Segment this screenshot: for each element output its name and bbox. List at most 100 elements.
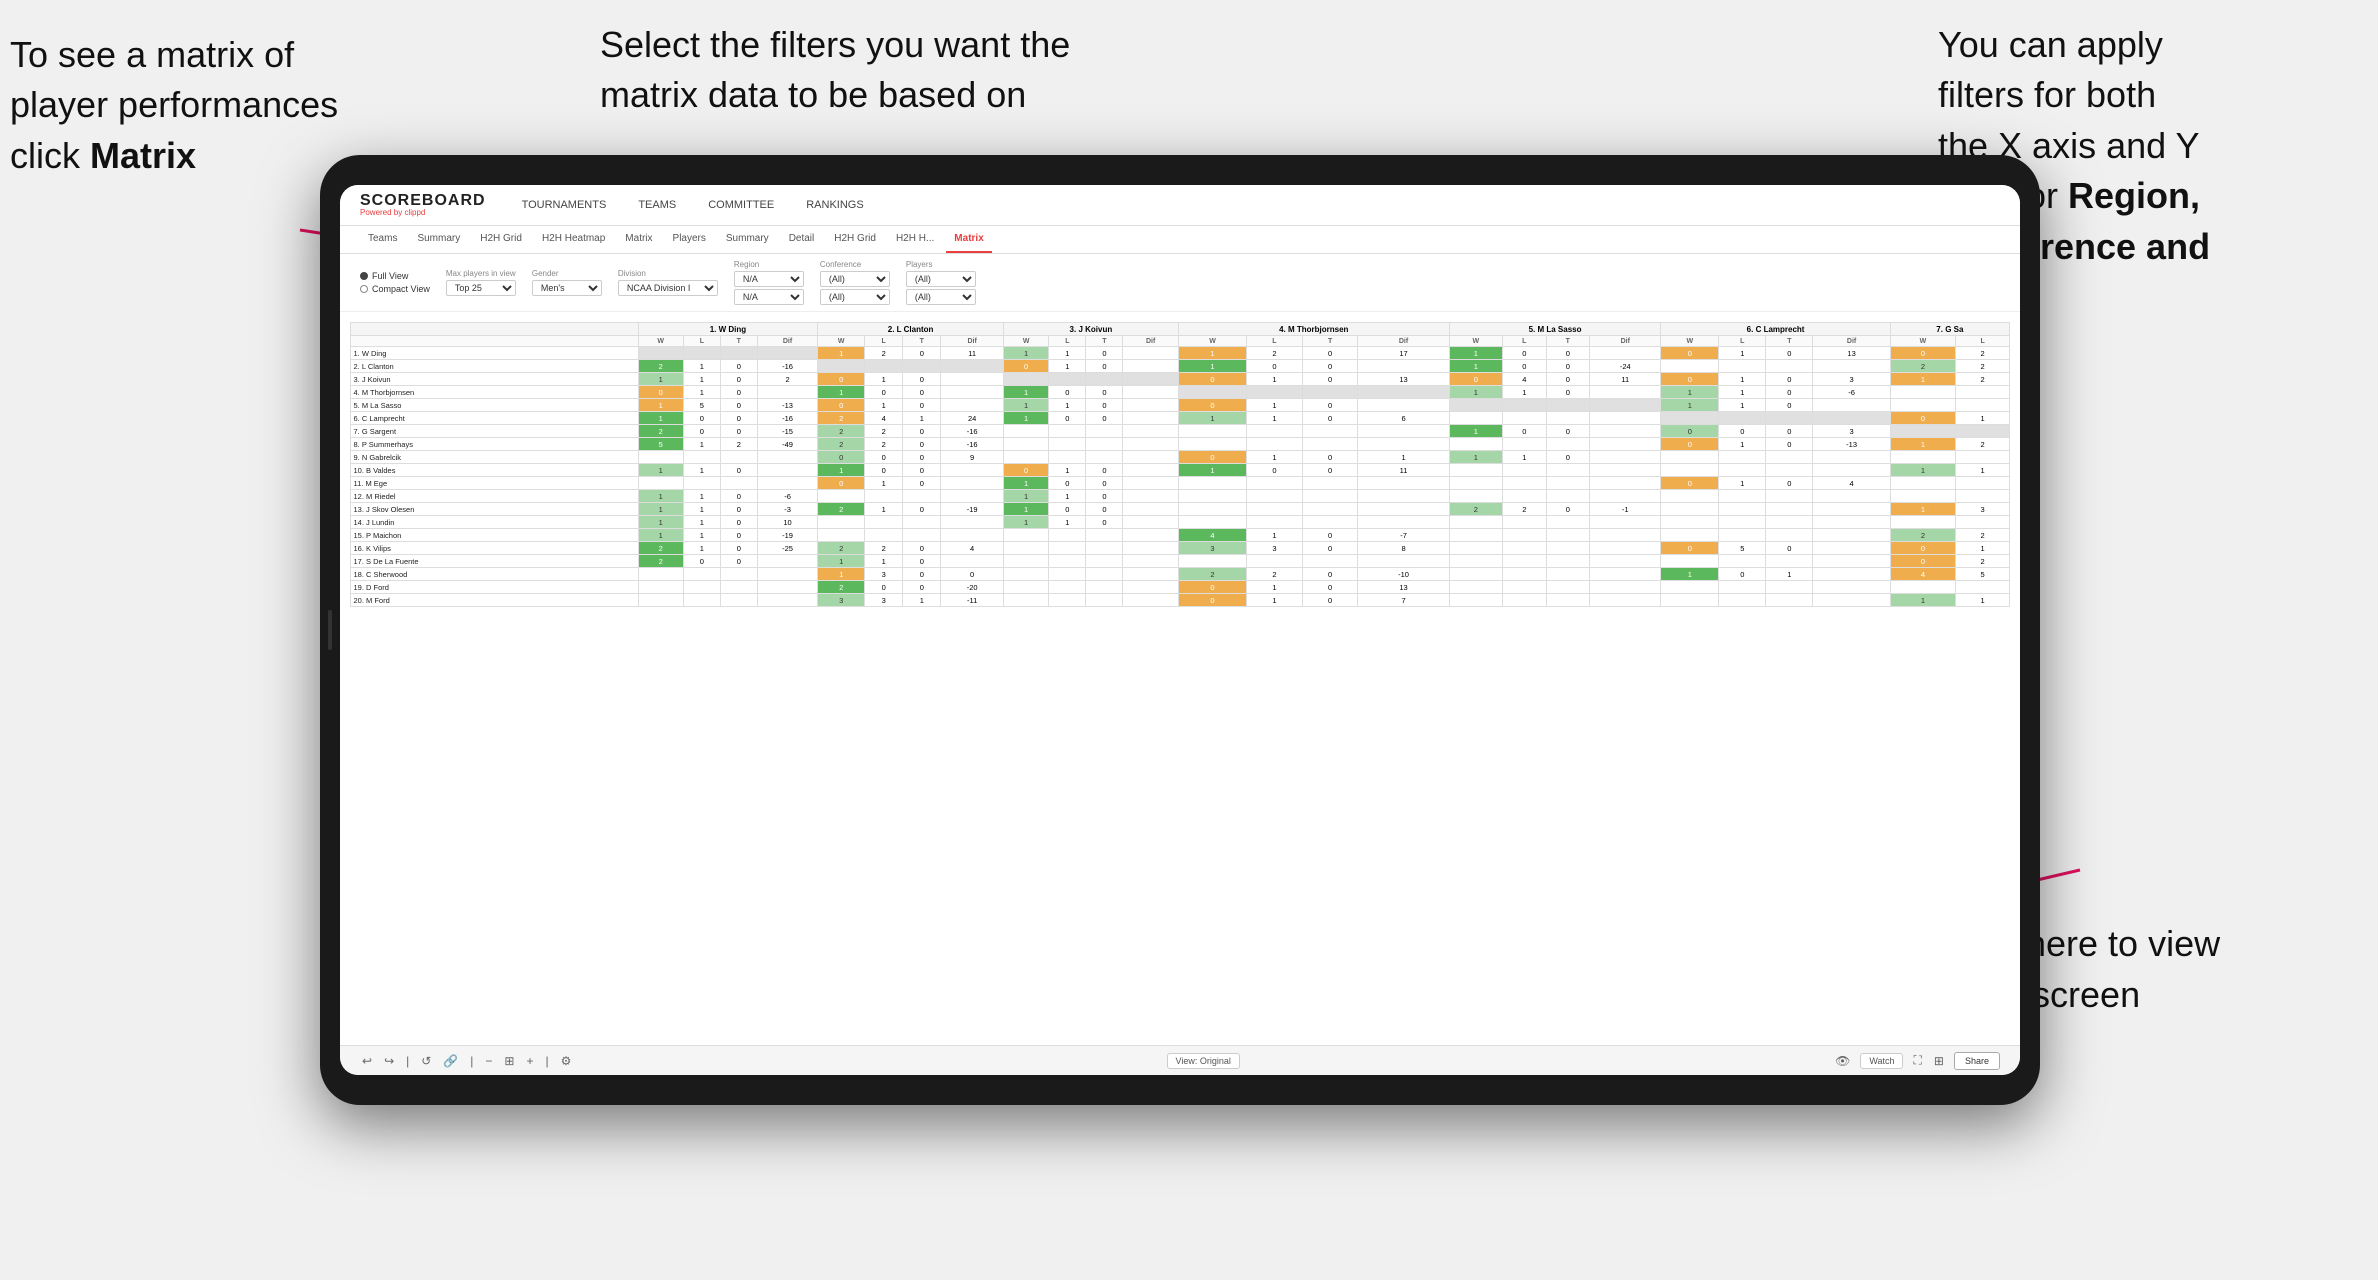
gender-select[interactable]: Men's: [532, 280, 602, 296]
matrix-cell: 0: [903, 438, 941, 451]
players-select2[interactable]: (All): [906, 289, 976, 305]
matrix-cell: 0: [903, 568, 941, 581]
share-button[interactable]: Share: [1954, 1052, 2000, 1070]
col-7-header: 7. G Sa: [1890, 323, 2009, 336]
toolbar-mid: View: Original: [1167, 1053, 1240, 1069]
tab-matrix-active[interactable]: Matrix: [946, 226, 991, 253]
tab-players[interactable]: Players: [665, 226, 714, 253]
matrix-cell: 1: [1049, 490, 1086, 503]
matrix-cell: [1123, 425, 1178, 438]
tab-detail[interactable]: Detail: [781, 226, 823, 253]
matrix-cell: 1: [903, 412, 941, 425]
matrix-cell: -19: [757, 529, 818, 542]
player-name-cell: 19. D Ford: [351, 581, 639, 594]
matrix-cell: 0: [1302, 594, 1358, 607]
matrix-cell: [1503, 438, 1547, 451]
grid2-icon[interactable]: ⊞: [1932, 1052, 1946, 1070]
nav-tournaments[interactable]: TOURNAMENTS: [516, 195, 613, 215]
max-players-select[interactable]: Top 25: [446, 280, 516, 296]
compact-view-option[interactable]: Compact View: [360, 284, 430, 294]
matrix-cell: -25: [757, 542, 818, 555]
nav-teams[interactable]: TEAMS: [632, 195, 682, 215]
tab-summary1[interactable]: Summary: [409, 226, 468, 253]
conference-select2[interactable]: (All): [820, 289, 890, 305]
matrix-cell: 0: [1302, 412, 1358, 425]
player-name-cell: 5. M La Sasso: [351, 399, 639, 412]
tab-h2h-more[interactable]: H2H H...: [888, 226, 942, 253]
region-select[interactable]: N/A: [734, 271, 804, 287]
matrix-cell: 1: [1890, 438, 1956, 451]
matrix-cell: 0: [903, 477, 941, 490]
compact-view-radio[interactable]: [360, 285, 368, 293]
matrix-cell: [1813, 399, 1890, 412]
tab-teams[interactable]: Teams: [360, 226, 405, 253]
matrix-cell: [1590, 542, 1661, 555]
matrix-cell: [1766, 464, 1813, 477]
matrix-cell: 0: [1178, 399, 1246, 412]
matrix-cell: -1: [1590, 503, 1661, 516]
matrix-cell: 2: [818, 412, 865, 425]
matrix-cell: [1123, 555, 1178, 568]
redo-icon[interactable]: ↪: [382, 1052, 396, 1070]
tab-summary2[interactable]: Summary: [718, 226, 777, 253]
matrix-cell: 2: [1890, 360, 1956, 373]
matrix-cell: [1247, 503, 1303, 516]
table-row: 16. K Vilips210-252204330805001: [351, 542, 2010, 555]
matrix-cell: [1086, 594, 1123, 607]
tab-h2h-grid2[interactable]: H2H Grid: [826, 226, 884, 253]
matrix-cell: 0: [720, 373, 757, 386]
matrix-cell: 1: [1719, 373, 1766, 386]
nav-committee[interactable]: COMMITTEE: [702, 195, 780, 215]
matrix-cell: [1086, 529, 1123, 542]
matrix-cell: 0: [1302, 542, 1358, 555]
matrix-cell: 0: [1178, 373, 1246, 386]
matrix-cell: [1503, 464, 1547, 477]
minus-icon[interactable]: −: [483, 1052, 494, 1070]
diagonal-cell: [683, 347, 720, 360]
matrix-cell: 1: [1003, 347, 1048, 360]
matrix-cell: 2: [638, 360, 683, 373]
tab-h2h-grid[interactable]: H2H Grid: [472, 226, 530, 253]
matrix-cell: [941, 529, 1004, 542]
matrix-cell: [1086, 568, 1123, 581]
matrix-cell: 5: [638, 438, 683, 451]
matrix-cell: 1: [1890, 373, 1956, 386]
watch-icon[interactable]: 👁: [1833, 1052, 1852, 1070]
grid-icon[interactable]: ⊞: [502, 1052, 516, 1070]
diagonal-cell: [1661, 412, 1719, 425]
undo-icon[interactable]: ↩: [360, 1052, 374, 1070]
matrix-cell: [1503, 529, 1547, 542]
division-select[interactable]: NCAA Division I: [618, 280, 718, 296]
players-select[interactable]: (All): [906, 271, 976, 287]
matrix-cell: 0: [1546, 360, 1590, 373]
full-view-radio[interactable]: [360, 272, 368, 280]
plus-icon[interactable]: +: [524, 1052, 535, 1070]
matrix-cell: 0: [1086, 386, 1123, 399]
settings-icon[interactable]: ⚙: [559, 1052, 574, 1070]
annotation-topleft: To see a matrix of player performances c…: [10, 30, 390, 181]
matrix-cell: 1: [1049, 399, 1086, 412]
matrix-cell: 0: [1661, 425, 1719, 438]
tab-matrix[interactable]: Matrix: [617, 226, 660, 253]
matrix-cell: 1: [865, 373, 903, 386]
matrix-cell: 1: [818, 347, 865, 360]
matrix-cell: 0: [1247, 464, 1303, 477]
full-view-option[interactable]: Full View: [360, 271, 430, 281]
scoreboard-logo: SCOREBOARD Powered by clippd: [360, 193, 486, 217]
watch-label[interactable]: Watch: [1860, 1053, 1903, 1069]
col-3-header: 3. J Koivun: [1003, 323, 1178, 336]
link-icon[interactable]: 🔗: [441, 1052, 460, 1070]
matrix-cell: 0: [1661, 477, 1719, 490]
matrix-cell: 0: [1890, 347, 1956, 360]
region-select2[interactable]: N/A: [734, 289, 804, 305]
table-row: 6. C Lamprecht100-1624124100110601: [351, 412, 2010, 425]
matrix-cell: [941, 477, 1004, 490]
refresh-icon[interactable]: ↺: [419, 1052, 433, 1070]
view-original-label[interactable]: View: Original: [1167, 1053, 1240, 1069]
conference-select[interactable]: (All): [820, 271, 890, 287]
tab-h2h-heatmap[interactable]: H2H Heatmap: [534, 226, 613, 253]
matrix-cell: 1: [865, 399, 903, 412]
fullscreen-icon[interactable]: ⛶: [1911, 1051, 1923, 1070]
matrix-cell: [757, 555, 818, 568]
nav-rankings[interactable]: RANKINGS: [800, 195, 869, 215]
